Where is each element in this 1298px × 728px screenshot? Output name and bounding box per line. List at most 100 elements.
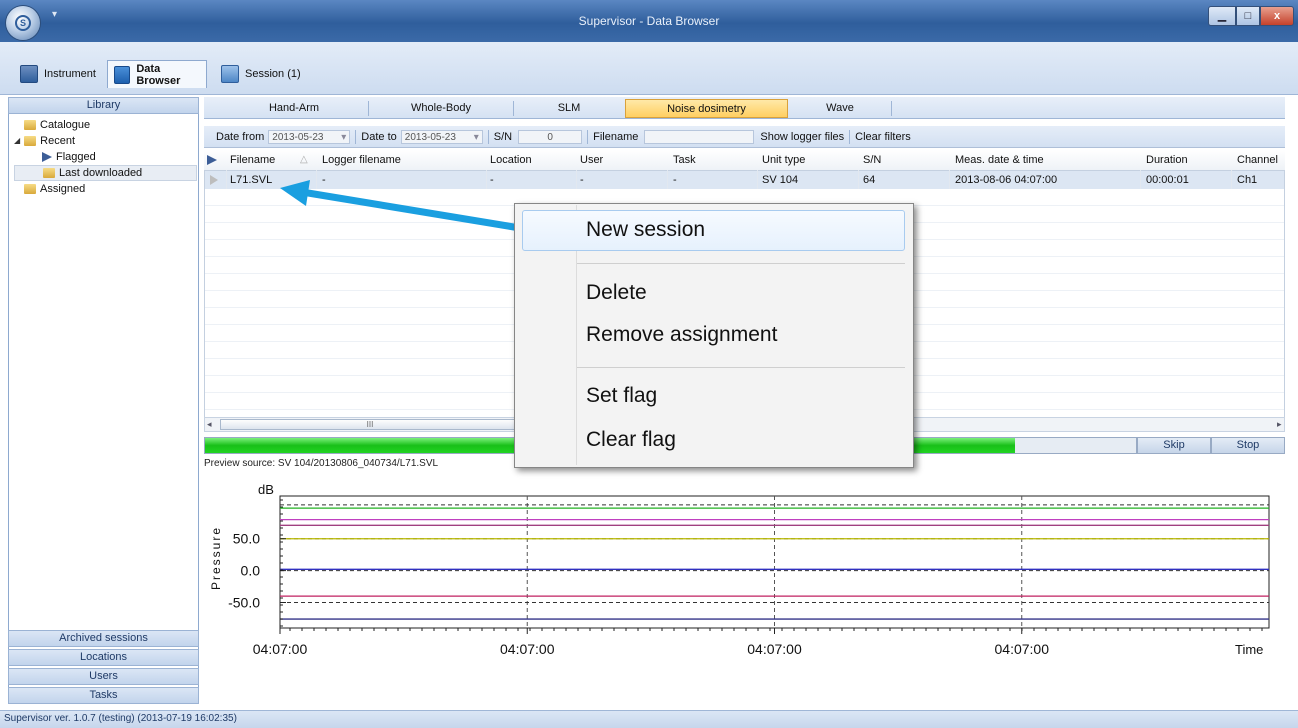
skip-button[interactable]: Skip xyxy=(1137,437,1211,454)
cell-filename: L71.SVL xyxy=(230,174,273,186)
menu-item-remove-assignment[interactable]: Remove assignment xyxy=(586,323,777,347)
date-to-field[interactable]: 2013-05-23 ▾ xyxy=(400,129,483,144)
cell-duration: 00:00:01 xyxy=(1146,174,1189,186)
clear-filters-button[interactable]: Clear filters xyxy=(855,131,911,143)
col-task[interactable]: Task xyxy=(673,154,696,166)
col-user[interactable]: User xyxy=(580,154,603,166)
sn-label: S/N xyxy=(493,130,513,143)
menu-item-delete[interactable]: Delete xyxy=(586,281,647,305)
y-tick-label: -50.0 xyxy=(228,594,260,610)
chart-ticks: 50.0 0.0 -50.0 04:07:00 04:07:00 04:07:00 04:0… xyxy=(228,499,1263,657)
calendar-dropdown-icon[interactable]: ▾ xyxy=(474,131,479,143)
session-icon xyxy=(221,65,239,83)
instrument-icon xyxy=(20,65,38,83)
menu-item-new-session[interactable]: New session xyxy=(586,218,705,242)
folder-icon xyxy=(24,184,36,194)
folder-icon xyxy=(24,136,37,146)
section-label: Users xyxy=(89,670,118,682)
col-duration[interactable]: Duration xyxy=(1146,154,1188,166)
version-text: Supervisor ver. 1.0.7 (testing) (2013-07… xyxy=(4,713,237,724)
filter-separator xyxy=(849,129,851,144)
y-axis-label: Pressure xyxy=(209,526,223,590)
date-from-field[interactable]: 2013-05-23 ▾ xyxy=(268,129,351,144)
library-tree: Catalogue ◢ Recent Flagged Last download… xyxy=(14,117,197,197)
section-tasks[interactable]: Tasks xyxy=(8,687,199,704)
preview-source-label: Preview source: SV 104/20130806_040734/L… xyxy=(204,458,439,469)
menu-item-set-flag[interactable]: Set flag xyxy=(586,384,657,408)
folder-icon xyxy=(43,168,55,178)
x-tick-label: 04:07:00 xyxy=(500,641,555,657)
col-unit-type[interactable]: Unit type xyxy=(762,154,805,166)
col-filename[interactable]: Filename xyxy=(230,154,275,166)
section-label: Archived sessions xyxy=(59,632,148,644)
tree-item-flagged[interactable]: Flagged xyxy=(14,149,197,165)
sort-ascending-icon: △ xyxy=(300,154,308,165)
status-bar: Supervisor ver. 1.0.7 (testing) (2013-07… xyxy=(0,710,1298,728)
x-tick-label: 04:07:00 xyxy=(253,641,308,657)
section-users[interactable]: Users xyxy=(8,668,199,685)
tab-session-label: Session (1) xyxy=(245,68,301,80)
scroll-thumb[interactable]: III xyxy=(220,419,520,430)
filter-separator xyxy=(587,129,589,144)
tree-item-assigned[interactable]: Assigned xyxy=(14,181,197,197)
tree-label: Catalogue xyxy=(40,119,91,131)
cell-task: - xyxy=(673,174,677,186)
tree-item-catalogue[interactable]: Catalogue xyxy=(14,117,197,133)
library-header-label: Library xyxy=(86,99,121,111)
date-to-label: Date to xyxy=(361,130,397,143)
arrow-head xyxy=(280,180,310,206)
tab-instrument-label: Instrument xyxy=(44,68,96,80)
menu-item-highlight xyxy=(522,210,905,251)
tab-data-browser-label: Data Browser xyxy=(136,62,181,87)
tab-slm[interactable]: SLM xyxy=(515,99,623,118)
col-location[interactable]: Location xyxy=(490,154,532,166)
tab-whole-body[interactable]: Whole-Body xyxy=(370,99,512,118)
menu-item-clear-flag[interactable]: Clear flag xyxy=(586,428,676,452)
filter-bar: Date from 2013-05-23 ▾ Date to 2013-05-23… xyxy=(204,126,1285,148)
arrow-shaft xyxy=(301,188,521,232)
cell-channel: Ch1 xyxy=(1237,174,1258,186)
tree-label: Flagged xyxy=(56,151,96,163)
collapse-icon[interactable]: ◢ xyxy=(14,133,20,149)
maximize-button[interactable]: □ xyxy=(1236,6,1260,26)
menu-separator xyxy=(577,367,905,368)
col-sn[interactable]: S/N xyxy=(863,154,881,166)
section-archived-sessions[interactable]: Archived sessions xyxy=(8,630,199,647)
close-button[interactable]: x xyxy=(1260,6,1294,26)
tree-item-last-downloaded[interactable]: Last downloaded xyxy=(14,165,197,181)
row-flag-icon[interactable] xyxy=(210,175,218,185)
chart-grid xyxy=(279,495,1270,629)
y-tick-label: 0.0 xyxy=(241,563,261,579)
scroll-right-icon[interactable]: ▸ xyxy=(1277,419,1282,430)
y-tick-label: 50.0 xyxy=(233,531,260,547)
x-tick-label: 04:07:00 xyxy=(747,641,802,657)
show-logger-files-button[interactable]: Show logger files xyxy=(760,131,844,143)
data-browser-icon xyxy=(114,65,131,84)
col-channel[interactable]: Channel xyxy=(1237,154,1278,166)
tab-instrument[interactable]: Instrument xyxy=(14,60,104,88)
calendar-dropdown-icon[interactable]: ▾ xyxy=(341,131,346,143)
sn-field[interactable]: 0 xyxy=(518,129,583,144)
tab-wave[interactable]: Wave xyxy=(790,99,890,118)
x-axis-label: Time xyxy=(1235,642,1263,657)
folder-icon xyxy=(24,120,36,130)
section-locations[interactable]: Locations xyxy=(8,649,199,666)
tab-separator xyxy=(513,101,514,116)
filename-field[interactable] xyxy=(644,129,755,144)
stop-button[interactable]: Stop xyxy=(1211,437,1285,454)
cell-user: - xyxy=(580,174,584,186)
tab-noise-dosimetry[interactable]: Noise dosimetry xyxy=(625,99,788,118)
grid-header-flag-icon xyxy=(207,155,217,168)
cell-meas-date-time: 2013-08-06 04:07:00 xyxy=(955,174,1058,186)
col-meas-date-time[interactable]: Meas. date & time xyxy=(955,154,1044,166)
library-header[interactable]: Library xyxy=(8,97,199,114)
tree-item-recent[interactable]: ◢ Recent xyxy=(14,133,197,149)
col-logger-filename[interactable]: Logger filename xyxy=(322,154,401,166)
minimize-button[interactable]: ▁ xyxy=(1208,6,1236,26)
date-from-value: 2013-05-23 xyxy=(272,131,324,143)
tab-separator xyxy=(368,101,369,116)
tab-data-browser[interactable]: Data Browser xyxy=(107,60,207,88)
scroll-left-icon[interactable]: ◂ xyxy=(207,419,212,430)
tab-hand-arm[interactable]: Hand-Arm xyxy=(220,99,368,118)
tab-session[interactable]: Session (1) xyxy=(215,60,315,88)
